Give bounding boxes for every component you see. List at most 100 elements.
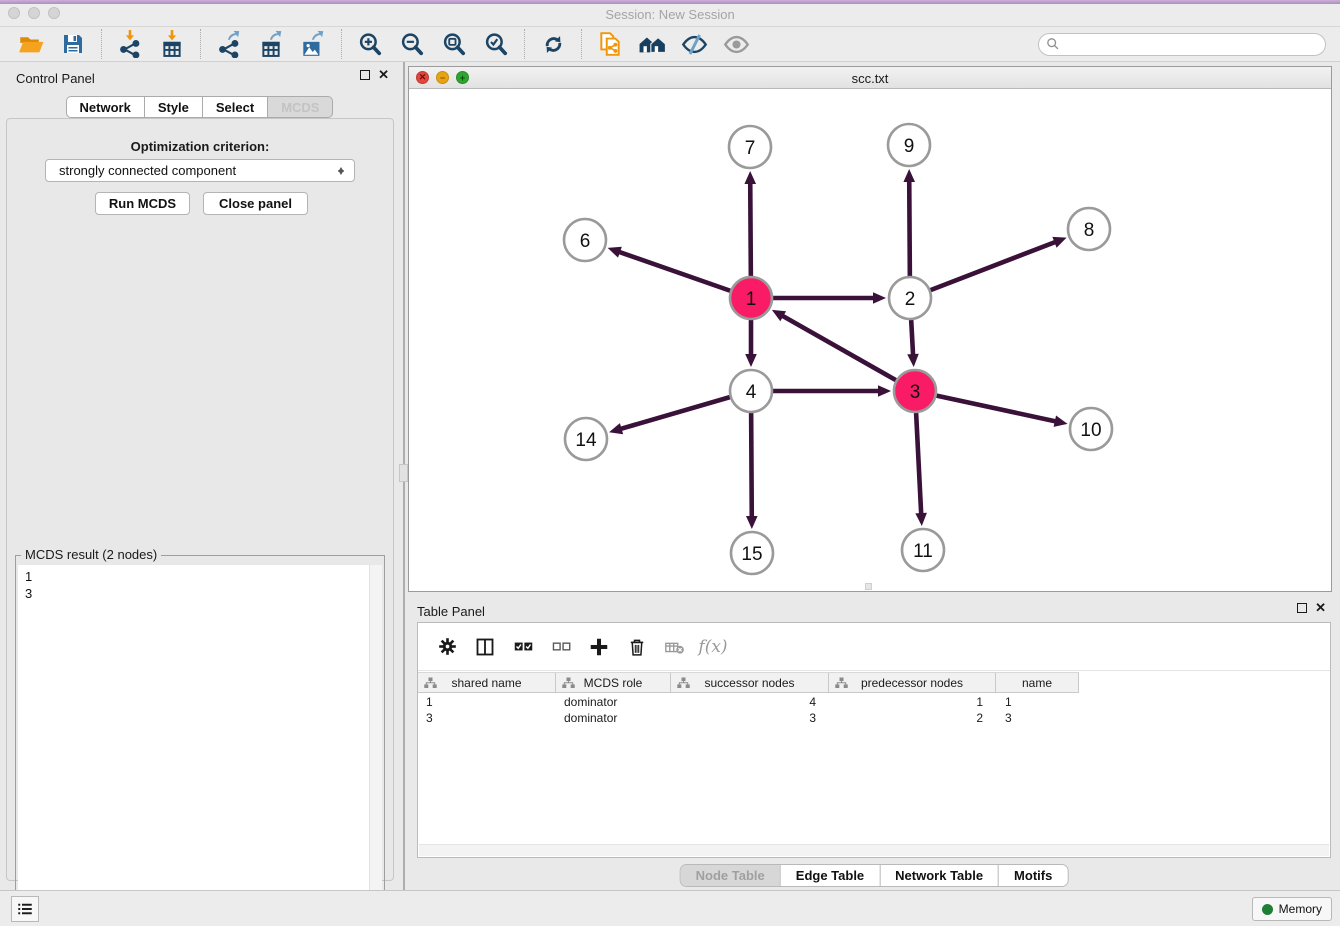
column-header-MCDS-role[interactable]: MCDS role <box>556 673 671 692</box>
table-cell: 2 <box>829 711 996 725</box>
window-title: Session: New Session <box>0 7 1340 22</box>
column-header-label: name <box>1022 676 1052 690</box>
graph-edge-1-2[interactable] <box>773 292 886 304</box>
import-table-icon[interactable] <box>156 28 188 60</box>
graph-node-14[interactable]: 14 <box>565 418 607 460</box>
table-row[interactable]: 3dominator323 <box>418 710 1330 726</box>
close-panel-icon[interactable]: ✕ <box>378 70 389 80</box>
svg-text:3: 3 <box>910 382 921 403</box>
table-header: shared nameMCDS rolesuccessor nodesprede… <box>418 672 1079 693</box>
criterion-select[interactable]: strongly connected component <box>45 159 355 182</box>
select-all-icon[interactable] <box>508 632 538 662</box>
save-session-icon[interactable] <box>57 28 89 60</box>
column-header-successor-nodes[interactable]: successor nodes <box>671 673 829 692</box>
graph-edge-1-4[interactable] <box>745 320 757 367</box>
clear-table-icon[interactable] <box>660 632 690 662</box>
network-graph[interactable]: 7 9 6 8 1 2 4 3 14 10 15 11 <box>409 89 1331 591</box>
delete-column-icon[interactable] <box>622 632 652 662</box>
graph-node-8[interactable]: 8 <box>1068 208 1110 250</box>
show-all-icon[interactable] <box>720 28 752 60</box>
column-header-predecessor-nodes[interactable]: predecessor nodes <box>829 673 996 692</box>
graph-node-10[interactable]: 10 <box>1070 408 1112 450</box>
search-box[interactable] <box>1038 33 1326 56</box>
tab-select[interactable]: Select <box>203 96 268 118</box>
tab-network[interactable]: Network <box>66 96 145 118</box>
column-header-name[interactable]: name <box>996 673 1079 692</box>
zoom-out-icon[interactable] <box>396 28 428 60</box>
graph-node-6[interactable]: 6 <box>564 219 606 261</box>
table-row[interactable]: 1dominator411 <box>418 694 1330 710</box>
result-scrollbar[interactable] <box>369 565 382 926</box>
graph-edge-3-11[interactable] <box>915 413 927 526</box>
svg-text:8: 8 <box>1084 220 1095 241</box>
graph-edge-4-15[interactable] <box>746 413 758 529</box>
graph-edge-2-8[interactable] <box>931 237 1067 290</box>
export-image-icon[interactable] <box>297 28 329 60</box>
graph-node-11[interactable]: 11 <box>902 529 944 571</box>
network-window: ✕ − + scc.txt 7 9 6 8 1 2 4 3 14 10 15 11 <box>408 66 1332 592</box>
mcds-result-textarea[interactable]: 13 <box>18 565 382 926</box>
graph-node-1[interactable]: 1 <box>730 277 772 319</box>
zoom-selected-icon[interactable] <box>480 28 512 60</box>
graph-edge-2-3[interactable] <box>907 320 919 367</box>
add-column-icon[interactable] <box>584 632 614 662</box>
graph-edge-4-14[interactable] <box>609 397 730 434</box>
float-panel-icon[interactable] <box>360 70 370 80</box>
deselect-all-icon[interactable] <box>546 632 576 662</box>
tab-edge-table[interactable]: Edge Table <box>780 865 879 886</box>
clone-network-icon[interactable] <box>594 28 626 60</box>
svg-text:2: 2 <box>905 289 916 310</box>
graph-node-4[interactable]: 4 <box>730 370 772 412</box>
graph-edge-3-10[interactable] <box>937 396 1068 427</box>
splitter-grip[interactable] <box>399 464 408 482</box>
graph-node-15[interactable]: 15 <box>731 532 773 574</box>
graph-edge-2-9[interactable] <box>903 169 915 276</box>
graph-node-7[interactable]: 7 <box>729 126 771 168</box>
zoom-in-icon[interactable] <box>354 28 386 60</box>
network-resize-grip[interactable] <box>865 583 872 590</box>
hierarchy-icon <box>424 677 437 689</box>
task-history-button[interactable] <box>11 896 39 922</box>
graph-node-2[interactable]: 2 <box>889 277 931 319</box>
column-header-shared-name[interactable]: shared name <box>418 673 556 692</box>
hierarchy-icon <box>562 677 575 689</box>
hide-selected-icon[interactable] <box>678 28 710 60</box>
tab-motifs[interactable]: Motifs <box>998 865 1067 886</box>
mcds-result-groupbox: MCDS result (2 nodes) 13 <box>15 555 385 926</box>
status-bar: Memory <box>0 890 1340 926</box>
open-session-icon[interactable] <box>15 28 47 60</box>
tab-network-table[interactable]: Network Table <box>879 865 998 886</box>
tab-mcds[interactable]: MCDS <box>268 96 333 118</box>
function-builder-icon[interactable]: f(x) <box>698 632 728 662</box>
network-window-titlebar[interactable]: ✕ − + scc.txt <box>409 67 1331 89</box>
memory-button[interactable]: Memory <box>1252 897 1332 921</box>
close-table-panel-icon[interactable]: ✕ <box>1315 603 1326 613</box>
tab-node-table[interactable]: Node Table <box>681 865 780 886</box>
graph-edge-3-1[interactable] <box>772 310 896 380</box>
mcds-result-title: MCDS result (2 nodes) <box>21 547 161 562</box>
graph-node-9[interactable]: 9 <box>888 124 930 166</box>
close-panel-button[interactable]: Close panel <box>203 192 308 215</box>
import-network-icon[interactable] <box>114 28 146 60</box>
hierarchy-icon <box>835 677 848 689</box>
column-layout-icon[interactable] <box>470 632 500 662</box>
zoom-fit-icon[interactable] <box>438 28 470 60</box>
table-cell: 3 <box>671 711 829 725</box>
export-network-icon[interactable] <box>213 28 245 60</box>
run-mcds-button[interactable]: Run MCDS <box>95 192 190 215</box>
mcds-panel: Optimization criterion: strongly connect… <box>6 118 394 881</box>
export-table-icon[interactable] <box>255 28 287 60</box>
search-input[interactable] <box>1064 37 1325 51</box>
graph-edge-1-6[interactable] <box>608 247 731 291</box>
home-icon[interactable] <box>636 28 668 60</box>
graph-node-3[interactable]: 3 <box>894 370 936 412</box>
table-panel: Table Panel ✕ <box>408 595 1340 890</box>
graph-edge-4-3[interactable] <box>773 385 891 397</box>
tab-style[interactable]: Style <box>145 96 203 118</box>
table-hscrollbar[interactable] <box>419 844 1329 856</box>
table-settings-icon[interactable] <box>432 632 462 662</box>
float-table-panel-icon[interactable] <box>1297 603 1307 613</box>
refresh-icon[interactable] <box>537 28 569 60</box>
graph-edge-1-7[interactable] <box>744 171 756 276</box>
mcds-result-line: 3 <box>25 585 382 602</box>
